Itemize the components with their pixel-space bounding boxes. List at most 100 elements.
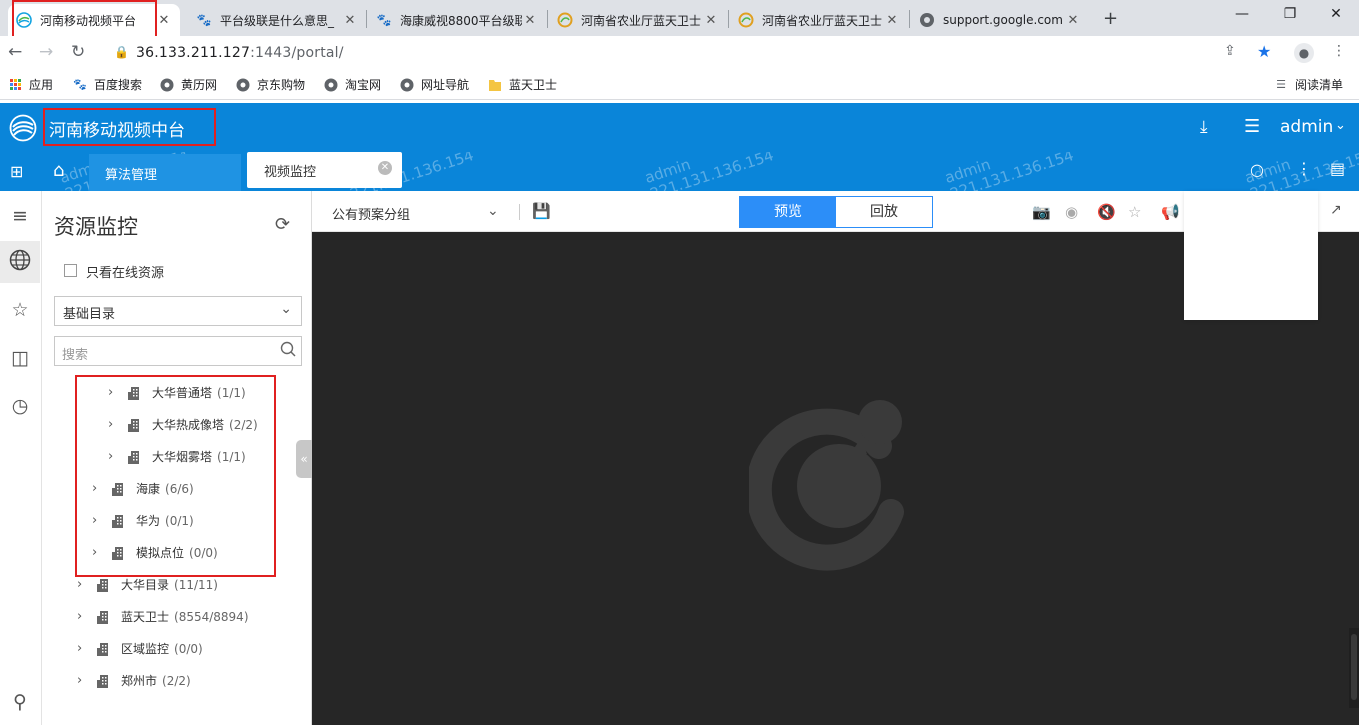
building-icon bbox=[97, 578, 108, 592]
chevron-right-icon[interactable]: › bbox=[92, 545, 112, 560]
only-online-checkbox[interactable] bbox=[64, 264, 77, 277]
omnibox[interactable]: 🔒 36.133.211.127:1443/portal/ ⇪ ★ ● ⋮ bbox=[104, 39, 1346, 67]
bookmark-huangli[interactable]: 黄历网 bbox=[160, 76, 217, 93]
plan-group-select[interactable]: 公有预案分组 bbox=[332, 204, 410, 223]
browser-tab-4[interactable]: 河南省农业厅蓝天卫士 ✕ bbox=[549, 4, 727, 36]
reload-icon[interactable]: ↻ bbox=[71, 42, 85, 62]
browser-tab-2[interactable]: 🐾 平台级联是什么意思_ ✕ bbox=[188, 4, 366, 36]
browser-tab-1-title: 河南移动视频平台 bbox=[40, 13, 137, 28]
refresh-icon[interactable]: ⟳ bbox=[275, 214, 290, 235]
building-icon bbox=[112, 514, 123, 528]
url-text[interactable]: 36.133.211.127:1443/portal/ bbox=[136, 45, 344, 61]
close-tab-3-icon[interactable]: ✕ bbox=[522, 13, 538, 28]
chevron-right-icon[interactable]: › bbox=[77, 673, 97, 688]
tree-node-label: 郑州市 bbox=[121, 674, 158, 688]
chevron-down-icon[interactable]: ⌄ bbox=[1335, 118, 1346, 133]
bookmark-nav[interactable]: 网址导航 bbox=[400, 76, 469, 93]
scrollbar-thumb[interactable] bbox=[1351, 634, 1357, 700]
download-icon[interactable]: ⤓ bbox=[1200, 117, 1208, 137]
video-scrollbar[interactable] bbox=[1349, 628, 1359, 708]
browser-menu-icon[interactable]: ⋮ bbox=[1332, 43, 1346, 59]
chevron-right-icon[interactable]: › bbox=[77, 641, 97, 656]
more-options-icon[interactable]: ⋮ bbox=[1296, 159, 1312, 178]
profile-avatar-icon[interactable]: ● bbox=[1294, 43, 1314, 63]
close-tab-4-icon[interactable]: ✕ bbox=[703, 13, 719, 28]
tree-node-count: (2/2) bbox=[162, 673, 191, 688]
tree-node-label: 大华热成像塔 bbox=[152, 418, 225, 432]
browser-tab-6[interactable]: support.google.com ✕ bbox=[911, 4, 1089, 36]
collapse-panel-button[interactable]: « bbox=[296, 440, 312, 478]
globe-resource-icon[interactable] bbox=[0, 241, 40, 283]
chevron-right-icon[interactable]: › bbox=[92, 513, 112, 528]
chevron-right-icon[interactable]: › bbox=[92, 481, 112, 496]
share-icon[interactable]: ⇪ bbox=[1224, 43, 1236, 59]
catalog-select[interactable]: 基础目录 ⌄ bbox=[54, 296, 302, 326]
external-open-icon[interactable]: ↗ bbox=[1330, 202, 1342, 218]
chevron-right-icon[interactable]: › bbox=[77, 577, 97, 592]
tab-algorithm-management[interactable]: 算法管理 bbox=[89, 154, 241, 191]
save-icon[interactable]: 💾 bbox=[532, 202, 551, 220]
app-grid-icon[interactable]: ⊞ bbox=[10, 162, 23, 181]
dropdown-popup bbox=[1184, 191, 1318, 320]
user-name[interactable]: admin bbox=[1280, 117, 1333, 137]
new-tab-button[interactable]: + bbox=[1103, 8, 1118, 29]
back-arrow-icon[interactable]: ← bbox=[8, 42, 22, 62]
broadcast-icon[interactable]: 📢 bbox=[1161, 203, 1180, 221]
chevron-right-icon[interactable]: › bbox=[108, 449, 128, 464]
tree-node[interactable]: › 区域监控 (0/0) bbox=[77, 640, 203, 657]
browser-tab-3[interactable]: 🐾 海康威视8800平台级联 ✕ bbox=[368, 4, 546, 36]
close-tab-6-icon[interactable]: ✕ bbox=[1065, 13, 1081, 28]
chevron-right-icon[interactable]: › bbox=[77, 609, 97, 624]
preview-button[interactable]: 预览 bbox=[740, 197, 836, 227]
bookmark-baidu[interactable]: 🐾 百度搜索 bbox=[73, 76, 142, 93]
history-clock-icon[interactable]: ◷ bbox=[0, 395, 40, 417]
layout-panels-icon[interactable]: ◫ bbox=[0, 347, 40, 369]
close-window-icon[interactable]: ✕ bbox=[1313, 6, 1359, 22]
globe-icon bbox=[400, 78, 414, 92]
bookmark-star-icon[interactable]: ★ bbox=[1257, 42, 1271, 61]
tree-node[interactable]: › 华为 (0/1) bbox=[92, 512, 194, 529]
tree-node[interactable]: › 大华目录 (11/11) bbox=[77, 576, 218, 593]
bookmark-jd[interactable]: 京东购物 bbox=[236, 76, 305, 93]
close-tab-5-icon[interactable]: ✕ bbox=[884, 13, 900, 28]
tree-node[interactable]: › 大华烟雾塔 (1/1) bbox=[108, 448, 246, 465]
browser-tab-5[interactable]: 河南省农业厅蓝天卫士 ✕ bbox=[730, 4, 908, 36]
search-icon[interactable]: ○ bbox=[1250, 160, 1264, 179]
close-tab-1-icon[interactable]: ✕ bbox=[156, 13, 172, 28]
resource-search-input[interactable]: 搜索 bbox=[54, 336, 302, 366]
playback-button[interactable]: 回放 bbox=[836, 197, 932, 227]
hamburger-menu-icon[interactable]: ☰ bbox=[1244, 116, 1260, 137]
bookmark-folder-lantian[interactable]: 蓝天卫士 bbox=[488, 76, 557, 93]
tree-node[interactable]: › 模拟点位 (0/0) bbox=[92, 544, 218, 561]
archive-icon[interactable]: ▤ bbox=[1330, 159, 1345, 178]
chevron-right-icon[interactable]: › bbox=[108, 385, 128, 400]
tree-node[interactable]: › 海康 (6/6) bbox=[92, 480, 194, 497]
minimize-icon[interactable]: — bbox=[1219, 6, 1265, 22]
forward-arrow-icon[interactable]: → bbox=[39, 42, 53, 62]
tree-node[interactable]: › 蓝天卫士 (8554/8894) bbox=[77, 608, 249, 625]
bookmark-apps[interactable]: 应用 bbox=[8, 76, 53, 93]
tree-node[interactable]: › 大华热成像塔 (2/2) bbox=[108, 416, 258, 433]
user-location-icon[interactable]: ⚲ bbox=[0, 691, 40, 713]
close-tab-icon[interactable]: ✕ bbox=[378, 161, 392, 175]
tab-video-monitoring[interactable]: 视频监控 ✕ bbox=[247, 152, 402, 188]
menu-list-icon[interactable]: ≡ bbox=[0, 205, 40, 227]
tree-node[interactable]: › 郑州市 (2/2) bbox=[77, 672, 191, 689]
favorites-star-icon[interactable]: ☆ bbox=[0, 299, 40, 321]
chevron-right-icon[interactable]: › bbox=[108, 417, 128, 432]
mute-icon[interactable]: 🔇 bbox=[1097, 203, 1116, 221]
home-icon[interactable]: ⌂ bbox=[53, 160, 64, 181]
tree-node[interactable]: › 大华普通塔 (1/1) bbox=[108, 384, 246, 401]
building-icon bbox=[112, 546, 123, 560]
restore-icon[interactable]: ❐ bbox=[1267, 6, 1313, 22]
favorite-star-icon[interactable]: ☆ bbox=[1128, 203, 1141, 221]
chevron-down-icon[interactable]: ⌄ bbox=[487, 203, 499, 219]
snapshot-camera-icon[interactable]: 📷 bbox=[1032, 203, 1051, 221]
browser-tab-1[interactable]: 河南移动视频平台 ✕ bbox=[8, 4, 180, 36]
close-tab-2-icon[interactable]: ✕ bbox=[342, 13, 358, 28]
search-icon[interactable] bbox=[280, 341, 296, 357]
bookmark-taobao[interactable]: 淘宝网 bbox=[324, 76, 381, 93]
record-icon[interactable]: ◉ bbox=[1065, 203, 1078, 221]
reading-list[interactable]: ☰ 阅读清单 bbox=[1274, 76, 1343, 93]
building-icon bbox=[97, 674, 108, 688]
